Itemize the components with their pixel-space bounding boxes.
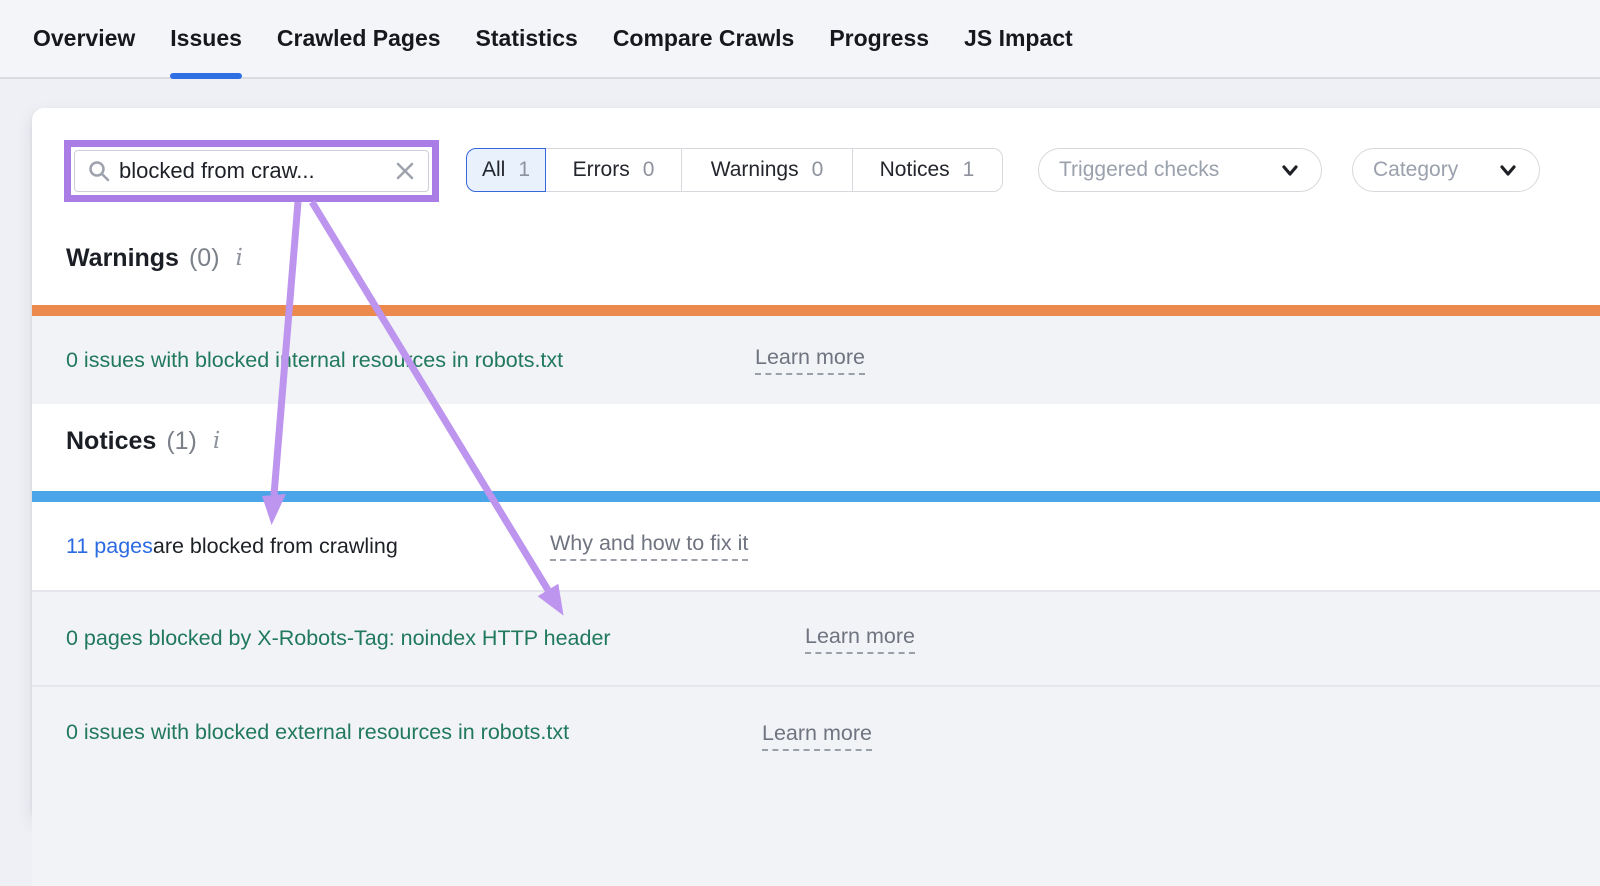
why-and-how-to-fix-link[interactable]: Why and how to fix it <box>550 531 748 561</box>
warnings-section-header: Warnings (0) i <box>66 236 243 280</box>
warnings-severity-bar <box>32 305 1600 316</box>
tab-js-impact[interactable]: JS Impact <box>964 0 1073 77</box>
issue-text: are blocked from crawling <box>153 534 398 559</box>
notices-severity-bar <box>32 491 1600 502</box>
tab-crawled-pages[interactable]: Crawled Pages <box>277 0 441 77</box>
search-input[interactable] <box>111 158 394 184</box>
filter-all[interactable]: All 1 <box>466 148 546 192</box>
tab-compare-crawls[interactable]: Compare Crawls <box>613 0 795 77</box>
search-icon <box>87 159 111 183</box>
chevron-down-icon <box>1279 159 1301 181</box>
filter-errors-label: Errors <box>573 158 630 182</box>
issue-row: 11 pages are blocked from crawling Why a… <box>32 502 1600 590</box>
notices-title: Notices <box>66 427 156 456</box>
severity-filter-group: All 1 Errors 0 Warnings 0 Notices 1 <box>466 148 1003 192</box>
search-highlight-box <box>64 140 439 202</box>
filter-warnings[interactable]: Warnings 0 <box>681 148 853 192</box>
filter-errors[interactable]: Errors 0 <box>545 148 683 192</box>
filter-all-label: All <box>482 158 505 182</box>
notices-section-header: Notices (1) i <box>66 419 220 463</box>
chevron-down-icon <box>1497 159 1519 181</box>
issue-row: 0 pages blocked by X-Robots-Tag: noindex… <box>32 590 1600 685</box>
category-label: Category <box>1373 158 1458 182</box>
tab-progress[interactable]: Progress <box>829 0 929 77</box>
filter-notices-count: 1 <box>963 158 975 182</box>
audit-tab-bar: Overview Issues Crawled Pages Statistics… <box>0 0 1600 79</box>
notices-count: (1) <box>166 427 197 456</box>
filter-notices[interactable]: Notices 1 <box>852 148 1003 192</box>
learn-more-link[interactable]: Learn more <box>755 345 865 375</box>
issue-text: 0 issues with blocked external resources… <box>66 720 569 745</box>
warnings-count: (0) <box>189 244 220 273</box>
filter-warnings-label: Warnings <box>711 158 799 182</box>
close-icon[interactable] <box>394 160 416 182</box>
filter-warnings-count: 0 <box>812 158 824 182</box>
triggered-checks-label: Triggered checks <box>1059 158 1219 182</box>
issue-search-field[interactable] <box>74 150 429 192</box>
issue-row: 0 issues with blocked external resources… <box>32 685 1600 886</box>
issue-row: 0 issues with blocked internal resources… <box>32 316 1600 404</box>
issue-text: 0 issues with blocked internal resources… <box>66 348 563 373</box>
info-icon[interactable]: i <box>213 428 220 454</box>
triggered-checks-dropdown[interactable]: Triggered checks <box>1038 148 1322 192</box>
learn-more-link[interactable]: Learn more <box>762 721 872 751</box>
tab-statistics[interactable]: Statistics <box>476 0 578 77</box>
issues-panel: All 1 Errors 0 Warnings 0 Notices 1 Trig… <box>32 108 1600 818</box>
issue-text: 0 pages blocked by X-Robots-Tag: noindex… <box>66 626 611 651</box>
filter-errors-count: 0 <box>643 158 655 182</box>
warnings-title: Warnings <box>66 244 179 273</box>
learn-more-link[interactable]: Learn more <box>805 624 915 654</box>
info-icon[interactable]: i <box>236 245 243 271</box>
category-dropdown[interactable]: Category <box>1352 148 1540 192</box>
filter-all-count: 1 <box>518 158 530 182</box>
pages-count-link[interactable]: 11 pages <box>66 534 153 559</box>
filter-notices-label: Notices <box>880 158 950 182</box>
tab-overview[interactable]: Overview <box>33 0 135 77</box>
tab-issues[interactable]: Issues <box>170 0 242 77</box>
